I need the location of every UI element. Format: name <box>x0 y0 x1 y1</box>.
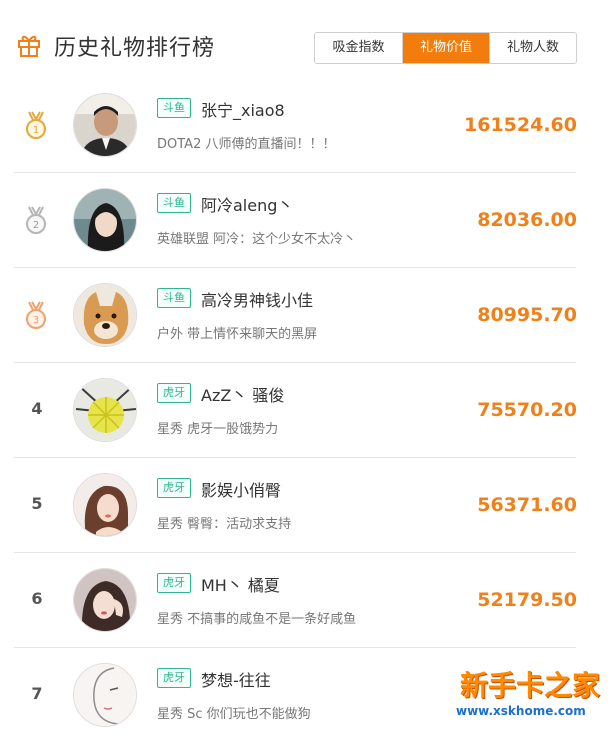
platform-badge: 虎牙 <box>157 573 191 593</box>
gift-value: 75570.20 <box>477 399 577 421</box>
stream-description: 星秀 不搞事的咸鱼不是一条好咸鱼 <box>157 612 357 627</box>
page-title: 历史礼物排行榜 <box>54 36 216 61</box>
header: 历史礼物排行榜 吸金指数 礼物价值 礼物人数 <box>0 0 611 90</box>
gift-value: 82036.00 <box>477 209 577 231</box>
list-item[interactable]: 5 虎牙 影娱小俏臀 星秀 臀臀：活动求支持 56371.60 <box>0 458 611 553</box>
streamer-name[interactable]: MH丶 橘夏 <box>201 572 280 596</box>
gift-value: 80995.70 <box>477 304 577 326</box>
avatar[interactable] <box>73 188 137 252</box>
platform-badge: 斗鱼 <box>157 288 191 308</box>
silver-medal-icon: 2 <box>26 206 46 234</box>
avatar[interactable] <box>73 378 137 442</box>
watermark-url: www.xskhome.com <box>456 704 586 718</box>
platform-badge: 虎牙 <box>157 383 191 403</box>
gift-value: 56371.60 <box>477 494 577 516</box>
streamer-name[interactable]: AzZ丶 骚俊 <box>201 382 284 406</box>
stream-description: DOTA2 八师傅的直播间！！！ <box>157 137 336 152</box>
platform-badge: 斗鱼 <box>157 98 191 118</box>
list-item[interactable]: 6 虎牙 MH丶 橘夏 星秀 不搞事的咸鱼不是一条好咸鱼 52179.50 <box>0 553 611 648</box>
list-item[interactable]: 4 虎牙 AzZ丶 骚俊 星秀 虎牙一股饿势力 75570.20 <box>0 363 611 458</box>
streamer-name[interactable]: 高冷男神钱小佳 <box>201 287 313 311</box>
avatar[interactable] <box>73 663 137 727</box>
tab-gift-count[interactable]: 礼物人数 <box>489 33 576 63</box>
svg-text:2: 2 <box>33 220 39 231</box>
gift-icon <box>18 35 40 57</box>
streamer-name[interactable]: 张宁_xiao8 <box>201 97 285 121</box>
watermark-logo-text: 新手卡之家 <box>460 669 601 702</box>
streamer-name[interactable]: 梦想-往往 <box>201 667 271 691</box>
rank-number: 6 <box>31 589 43 608</box>
rank-number: 7 <box>31 684 43 703</box>
stream-description: 星秀 Sc 你们玩也不能做狗 <box>157 707 311 722</box>
svg-text:1: 1 <box>33 125 39 136</box>
avatar[interactable] <box>73 283 137 347</box>
platform-badge: 虎牙 <box>157 668 191 688</box>
gift-value: 52179.50 <box>477 589 577 611</box>
rank-number: 4 <box>31 399 43 418</box>
gold-medal-icon: 1 <box>26 111 46 139</box>
bronze-medal-icon: 3 <box>26 301 46 329</box>
rank-number: 5 <box>31 494 43 513</box>
stream-description: 星秀 虎牙一股饿势力 <box>157 422 279 437</box>
streamer-name[interactable]: 阿冷aleng丶 <box>201 192 293 216</box>
avatar[interactable] <box>73 473 137 537</box>
streamer-name[interactable]: 影娱小俏臀 <box>201 477 281 501</box>
stream-description: 户外 带上情怀来聊天的黑屏 <box>157 327 318 342</box>
tab-gift-value[interactable]: 礼物价值 <box>402 33 489 63</box>
site-watermark: 新手卡之家 www.xskhome.com <box>456 664 608 734</box>
sort-tabs: 吸金指数 礼物价值 礼物人数 <box>314 32 577 64</box>
stream-description: 英雄联盟 阿冷：这个少女不太冷丶 <box>157 232 357 247</box>
list-item[interactable]: 3 斗鱼 高冷男神钱小佳 户外 带上情怀来聊天的黑屏 80995.70 <box>0 268 611 363</box>
svg-text:3: 3 <box>33 315 39 326</box>
list-item[interactable]: 2 斗鱼 阿冷aleng丶 英雄联盟 阿冷：这个少女不太冷丶 82036.00 <box>0 173 611 268</box>
avatar[interactable] <box>73 568 137 632</box>
stream-description: 星秀 臀臀：活动求支持 <box>157 517 292 532</box>
list-item[interactable]: 1 斗鱼 张宁_xiao8 DOTA2 八师傅的直播间！！！ 161524.60 <box>0 78 611 173</box>
platform-badge: 虎牙 <box>157 478 191 498</box>
avatar[interactable] <box>73 93 137 157</box>
gift-value: 161524.60 <box>464 114 577 136</box>
platform-badge: 斗鱼 <box>157 193 191 213</box>
tab-gold-index[interactable]: 吸金指数 <box>315 33 402 63</box>
